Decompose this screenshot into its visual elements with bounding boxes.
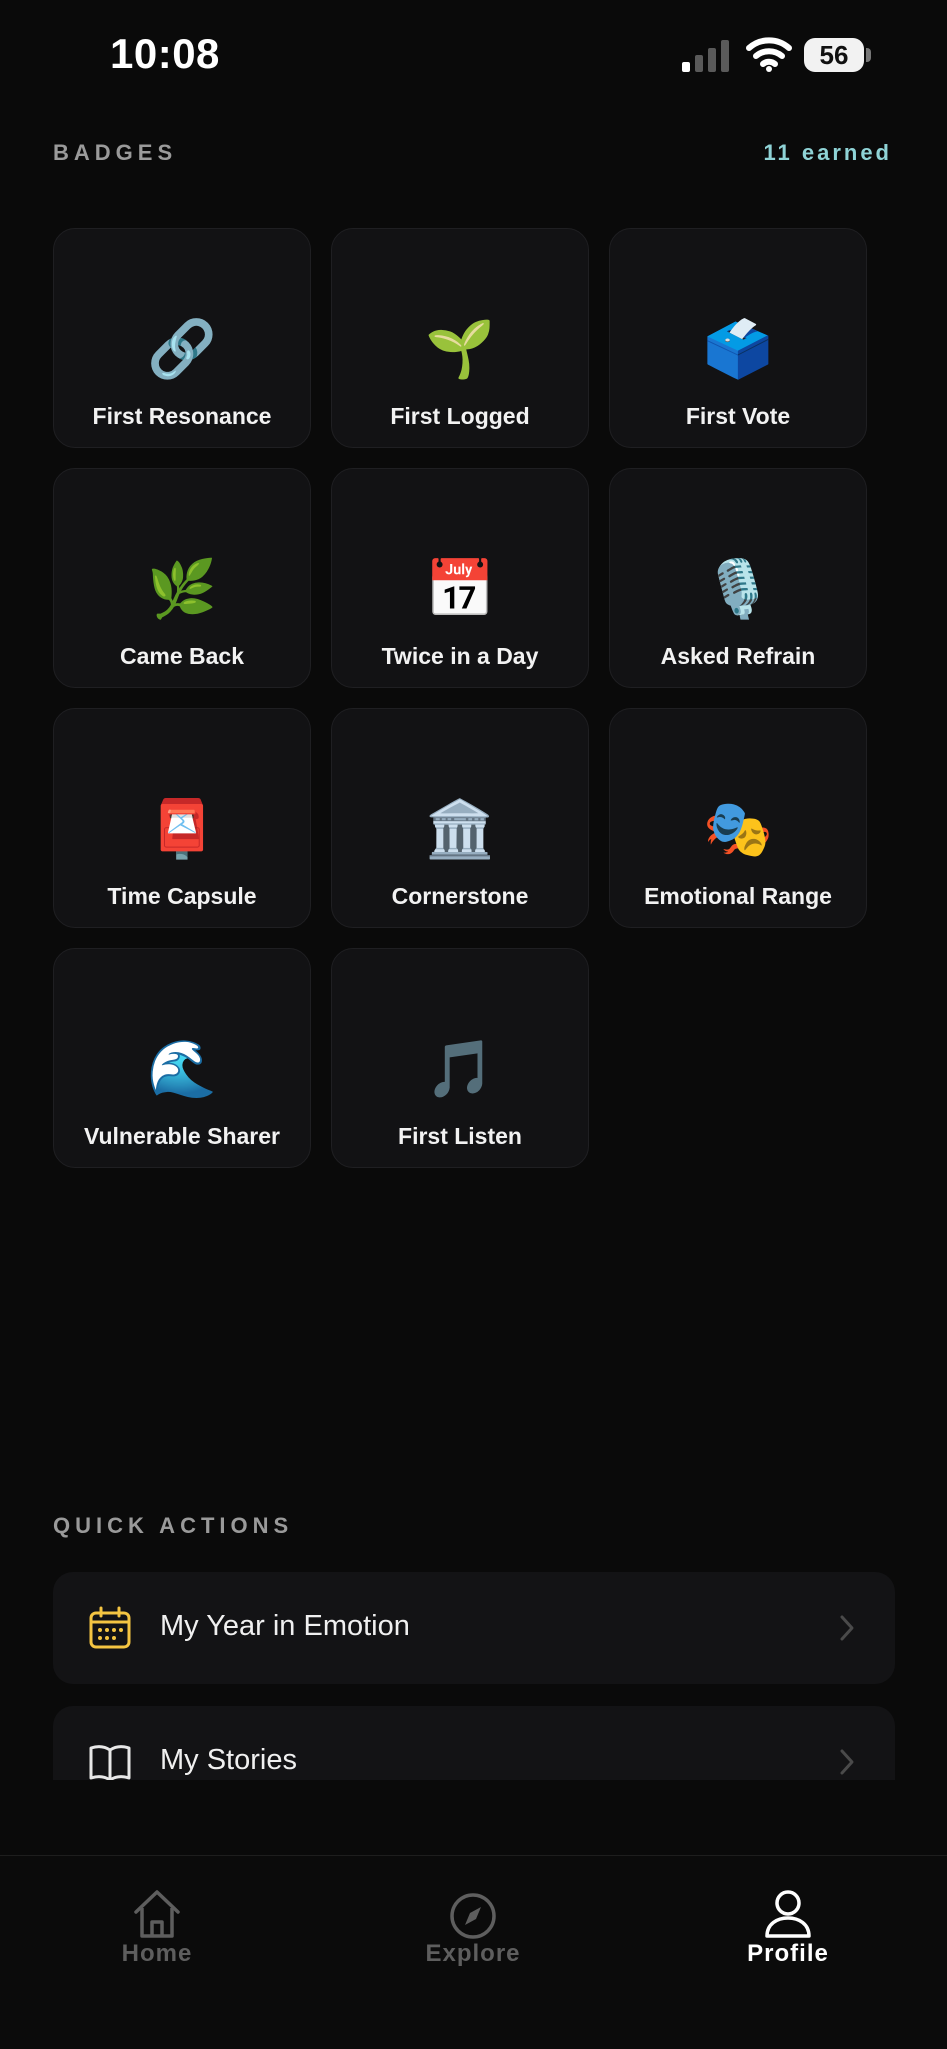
cellular-signal-icon [682, 40, 729, 72]
quick-actions-list: My Year in Emotion My Stories [53, 1572, 895, 1780]
tab-bar: Home Explore Profile [0, 1855, 947, 2049]
wave-icon: 🌊 [147, 1037, 217, 1100]
badge-card-first-logged[interactable]: 🌱 First Logged [331, 228, 589, 448]
badge-card-asked-refrain[interactable]: 🎙️ Asked Refrain [609, 468, 867, 688]
badge-label: Emotional Range [644, 883, 832, 909]
badges-section-title: BADGES [53, 140, 178, 165]
badge-card-vulnerable-sharer[interactable]: 🌊 Vulnerable Sharer [53, 948, 311, 1168]
battery-indicator: 56 [804, 38, 871, 72]
badge-label: Time Capsule [107, 883, 257, 909]
badge-card-twice-in-a-day[interactable]: 📅 Twice in a Day [331, 468, 589, 688]
music-note-icon: 🎵 [425, 1037, 495, 1100]
quick-action-my-stories[interactable]: My Stories [53, 1706, 895, 1780]
ballot-box-icon: 🗳️ [703, 317, 773, 380]
compass-icon [450, 1893, 496, 1939]
seedling-icon: 🌱 [425, 317, 495, 380]
quick-action-label: My Year in Emotion [160, 1610, 410, 1642]
calendar-icon: 📅 [425, 557, 495, 620]
quick-action-my-year-in-emotion[interactable]: My Year in Emotion [53, 1572, 895, 1684]
postbox-icon: 📮 [147, 797, 217, 860]
tab-label: Home [121, 1940, 193, 1967]
theater-masks-icon: 🎭 [703, 797, 773, 860]
classical-building-icon: 🏛️ [425, 797, 495, 860]
badge-label: First Vote [685, 403, 791, 429]
badge-label: Twice in a Day [381, 643, 539, 669]
wifi-icon [746, 37, 792, 72]
badge-card-came-back[interactable]: 🌿 Came Back [53, 468, 311, 688]
home-icon [134, 1890, 180, 1938]
badge-card-first-vote[interactable]: 🗳️ First Vote [609, 228, 867, 448]
badge-label: Asked Refrain [660, 643, 816, 669]
tab-home[interactable]: Home [57, 1856, 257, 1996]
badge-label: First Listen [398, 1123, 522, 1149]
tab-label: Profile [747, 1940, 829, 1967]
microphone-icon: 🎙️ [703, 557, 773, 620]
badge-label: Cornerstone [391, 883, 529, 909]
quick-action-label: My Stories [160, 1744, 297, 1776]
tab-explore[interactable]: Explore [373, 1856, 573, 1996]
badge-label: First Logged [390, 403, 530, 429]
link-icon: 🔗 [147, 317, 217, 380]
quick-actions-section-title: QUICK ACTIONS [53, 1513, 294, 1538]
calendar-icon [89, 1606, 131, 1649]
badges-earned-count: 11 earned [763, 140, 892, 165]
badge-label: Came Back [119, 643, 245, 669]
tab-label: Explore [425, 1940, 521, 1967]
chevron-right-icon [840, 1615, 854, 1641]
profile-icon [765, 1890, 811, 1938]
tab-profile[interactable]: Profile [688, 1856, 888, 1996]
status-time: 10:08 [110, 30, 220, 77]
badge-card-cornerstone[interactable]: 🏛️ Cornerstone [331, 708, 589, 928]
badge-label: Vulnerable Sharer [83, 1123, 280, 1149]
badge-card-emotional-range[interactable]: 🎭 Emotional Range [609, 708, 867, 928]
battery-level: 56 [819, 40, 849, 70]
chevron-right-icon [840, 1749, 854, 1775]
badge-card-first-resonance[interactable]: 🔗 First Resonance [53, 228, 311, 448]
badge-card-first-listen[interactable]: 🎵 First Listen [331, 948, 589, 1168]
badge-label: First Resonance [92, 403, 272, 429]
book-icon [89, 1745, 131, 1780]
herb-icon: 🌿 [147, 557, 217, 620]
badge-card-time-capsule[interactable]: 📮 Time Capsule [53, 708, 311, 928]
